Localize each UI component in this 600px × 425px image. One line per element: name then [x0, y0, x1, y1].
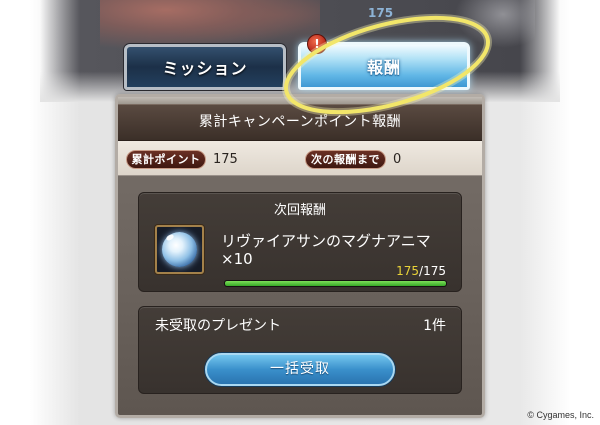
header-counter: 175 [368, 6, 394, 20]
until-next-reward-value: 0 [393, 152, 402, 167]
reward-item-quantity: ×10 [221, 250, 253, 268]
progress-bar-fill [225, 281, 446, 286]
magna-anima-orb-icon[interactable] [155, 225, 204, 274]
points-info-strip: 累計ポイント 175 次の報酬まで 0 [118, 141, 482, 176]
progress-bar [224, 280, 447, 287]
progress-current: 175 [396, 264, 420, 278]
header-artwork-right [455, 0, 535, 48]
panel-top-trim [118, 97, 482, 104]
unclaimed-presents-card: 未受取のプレゼント 1件 一括受取 [138, 306, 462, 394]
unclaimed-presents-label: 未受取のプレゼント [155, 318, 281, 334]
header-artwork [100, 0, 320, 50]
panel-title: 累計キャンペーンポイント報酬 [118, 104, 482, 141]
total-points-value: 175 [213, 152, 238, 167]
tab-reward-label: 報酬 [366, 58, 401, 77]
next-reward-card: 次回報酬 リヴァイアサンのマグナアニマ ×10 175/175 [138, 192, 462, 292]
until-next-reward-label: 次の報酬まで [305, 150, 386, 169]
progress-text: 175/175 [396, 264, 446, 278]
reward-item-name: リヴァイアサンのマグナアニマ [221, 232, 431, 250]
claim-all-button[interactable]: 一括受取 [205, 353, 395, 386]
copyright: © Cygames, Inc. [527, 410, 594, 420]
exclamation-badge-icon: ! [307, 34, 327, 54]
campaign-reward-panel: 累計キャンペーンポイント報酬 累計ポイント 175 次の報酬まで 0 次回報酬 … [115, 94, 485, 418]
next-reward-title: 次回報酬 [273, 203, 326, 218]
tab-mission-label: ミッション [162, 59, 248, 78]
tab-mission[interactable]: ミッション [124, 44, 286, 90]
unclaimed-presents-count: 1件 [423, 318, 446, 334]
total-points-label: 累計ポイント [126, 150, 206, 169]
progress-total: 175 [423, 264, 446, 278]
